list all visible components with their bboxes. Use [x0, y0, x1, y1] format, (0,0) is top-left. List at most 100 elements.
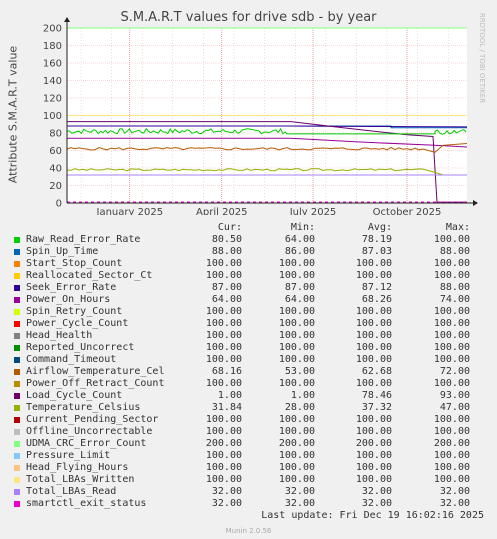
legend-series-name: Head_Health [26, 330, 93, 341]
legend-value-max: 100.00 [433, 342, 470, 353]
legend-series-name: Power_On_Hours [26, 294, 111, 305]
legend-value-max: 100.00 [433, 306, 470, 317]
legend-swatch [14, 261, 20, 267]
legend-value-avg: 100.00 [355, 354, 392, 365]
legend-value-avg: 37.32 [361, 402, 392, 413]
legend-swatch [14, 237, 20, 243]
legend-value-avg: 78.46 [361, 390, 392, 401]
legend-value-cur: 1.00 [217, 390, 242, 401]
legend-value-avg: 100.00 [355, 258, 392, 269]
legend-value-avg: 100.00 [355, 306, 392, 317]
legend-swatch [14, 489, 20, 495]
legend-value-cur: 80.50 [211, 234, 242, 245]
y-tick-label: 180 [43, 41, 62, 52]
legend-value-avg: 100.00 [355, 342, 392, 353]
legend-row: Reported_Uncorrect 100.00 100.00 100.00 100.… [0, 342, 497, 354]
x-tick-label: October 2025 [373, 207, 442, 215]
legend-row: Head_Health 100.00 100.00 100.00 100.00 [0, 330, 497, 342]
y-tick-label: 60 [49, 146, 62, 157]
y-tick-label: 80 [49, 129, 62, 140]
legend-row: Power_Off_Retract_Count 100.00 100.00 100.0… [0, 378, 497, 390]
legend-value-max: 100.00 [433, 462, 470, 473]
legend-value-min: 100.00 [278, 414, 315, 425]
legend-value-min: 32.00 [284, 486, 315, 497]
legend-value-min: 200.00 [278, 438, 315, 449]
y-tick-label: 120 [43, 94, 62, 105]
legend-value-avg: 62.68 [361, 366, 392, 377]
y-tick-label: 0 [56, 199, 62, 210]
legend-value-cur: 32.00 [211, 498, 242, 509]
legend-value-min: 100.00 [278, 354, 315, 365]
legend-value-min: 100.00 [278, 270, 315, 281]
legend-value-min: 64.00 [284, 294, 315, 305]
y-tick-label: 200 [43, 24, 62, 35]
legend-value-cur: 100.00 [205, 450, 242, 461]
legend-value-min: 28.00 [284, 402, 315, 413]
chart-title: S.M.A.R.T values for drive sdb - by year [120, 10, 377, 25]
legend-row: Airflow_Temperature_Cel 68.16 53.00 62.68 72… [0, 366, 497, 378]
legend-value-cur: 100.00 [205, 330, 242, 341]
column-header-avg: Avg: [367, 222, 392, 233]
legend-row: Head_Flying_Hours 100.00 100.00 100.00 100.0… [0, 462, 497, 474]
legend-row: Current_Pending_Sector 100.00 100.00 100.00… [0, 414, 497, 426]
column-header-min: Min: [290, 222, 315, 233]
legend-row: Load_Cycle_Count 1.00 1.00 78.46 93.00 [0, 390, 497, 402]
legend-value-min: 87.00 [284, 282, 315, 293]
legend-swatch [14, 441, 20, 447]
legend-series-name: Pressure_Limit [26, 450, 111, 461]
legend-series-name: UDMA_CRC_Error_Count [26, 438, 147, 449]
legend-swatch [14, 309, 20, 315]
legend-value-max: 32.00 [439, 498, 470, 509]
munin-version: Munin 2.0.56 [225, 527, 272, 535]
legend-value-min: 100.00 [278, 330, 315, 341]
legend-value-avg: 78.19 [361, 234, 392, 245]
legend-swatch [14, 369, 20, 375]
column-header-cur: Cur: [217, 222, 242, 233]
legend-series-name: Total_LBAs_Written [26, 474, 135, 485]
legend-swatch [14, 501, 20, 507]
x-tick-label: April 2025 [196, 207, 247, 215]
legend-value-cur: 100.00 [205, 258, 242, 269]
legend-value-max: 72.00 [439, 366, 470, 377]
legend-value-max: 100.00 [433, 234, 470, 245]
y-tick-label: 40 [49, 164, 62, 175]
legend-row: Offline_Uncorrectable 100.00 100.00 100.00 1… [0, 426, 497, 438]
legend-swatch [14, 465, 20, 471]
legend-value-avg: 100.00 [355, 462, 392, 473]
legend-swatch [14, 273, 20, 279]
legend-series-name: Seek_Error_Rate [26, 282, 117, 293]
legend-row: Command_Timeout 100.00 100.00 100.00 100.00 [0, 354, 497, 366]
legend-value-max: 100.00 [433, 318, 470, 329]
legend-value-min: 100.00 [278, 426, 315, 437]
legend-value-cur: 100.00 [205, 354, 242, 365]
legend-swatch [14, 477, 20, 483]
legend-value-cur: 88.00 [211, 246, 242, 257]
legend-row: smartctl_exit_status 32.00 32.00 32.00 32.00 [0, 498, 497, 510]
legend-value-cur: 100.00 [205, 342, 242, 353]
legend-value-max: 32.00 [439, 486, 470, 497]
legend-value-cur: 100.00 [205, 414, 242, 425]
legend-value-avg: 100.00 [355, 378, 392, 389]
legend-swatch [14, 321, 20, 327]
legend-row: UDMA_CRC_Error_Count 200.00 200.00 200.00 20… [0, 438, 497, 450]
legend-value-cur: 32.00 [211, 486, 242, 497]
legend-row: Spin_Retry_Count 100.00 100.00 100.00 100.00 [0, 306, 497, 318]
legend-value-avg: 100.00 [355, 474, 392, 485]
legend-value-max: 47.00 [439, 402, 470, 413]
legend-series-name: Airflow_Temperature_Cel [26, 366, 165, 377]
legend-series-name: Reallocated_Sector_Ct [26, 270, 153, 281]
legend-row: Raw_Read_Error_Rate 80.50 64.00 78.19 100.00 [0, 234, 497, 246]
legend-row: Spin_Up_Time 88.00 86.00 87.03 88.00 [0, 246, 497, 258]
legend-value-max: 74.00 [439, 294, 470, 305]
legend-swatch [14, 249, 20, 255]
legend-value-max: 200.00 [433, 438, 470, 449]
legend-series-name: Current_Pending_Sector [26, 414, 159, 425]
legend-swatch [14, 345, 20, 351]
legend-value-min: 100.00 [278, 306, 315, 317]
legend-row: Start_Stop_Count 100.00 100.00 100.00 100.00 [0, 258, 497, 270]
legend-value-avg: 87.12 [361, 282, 392, 293]
legend-series-name: Total_LBAs_Read [26, 486, 117, 497]
legend-swatch [14, 333, 20, 339]
legend-series-name: Temperature_Celsius [26, 402, 141, 413]
legend-row: Power_On_Hours 64.00 64.00 68.26 74.00 [0, 294, 497, 306]
